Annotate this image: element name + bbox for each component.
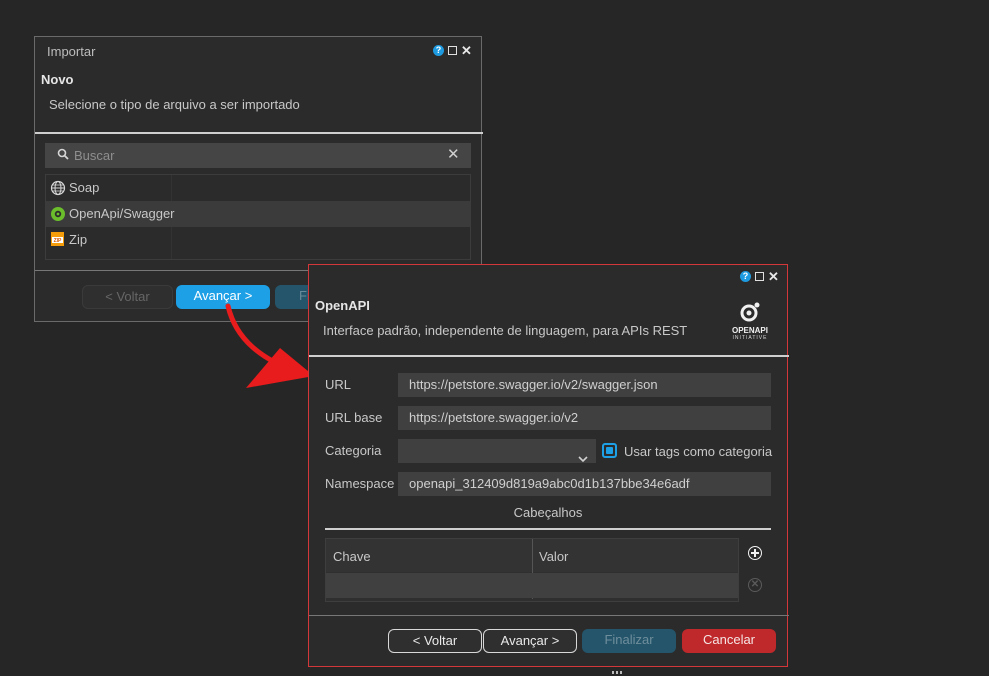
window-controls: ? ✕ [433, 44, 472, 57]
divider [309, 615, 789, 616]
openapi-logo: OPENAPI INITIATIVE [725, 301, 775, 343]
close-icon[interactable]: ✕ [768, 270, 779, 283]
list-item-label: Soap [69, 180, 100, 195]
divider [35, 132, 483, 134]
headers-section-title: Cabeçalhos [513, 505, 583, 520]
column-header-key[interactable]: Chave [333, 549, 371, 564]
remove-row-icon[interactable]: ✕ [748, 578, 762, 592]
svg-text:ZIP: ZIP [54, 238, 62, 244]
zip-icon: ZIP [50, 231, 66, 250]
swagger-icon [50, 206, 66, 225]
next-button[interactable]: Avançar > [483, 629, 577, 653]
list-item-label: Zip [69, 232, 88, 247]
url-input[interactable]: https://petstore.swagger.io/v2/swagger.j… [398, 373, 771, 397]
namespace-label: Namespace [325, 476, 395, 491]
divider [309, 355, 789, 357]
maximize-icon[interactable] [755, 272, 764, 281]
use-tags-checkbox[interactable] [602, 443, 617, 458]
import-section-title: Novo [41, 72, 74, 87]
resize-grip[interactable] [612, 671, 622, 674]
divider [325, 528, 771, 530]
back-button[interactable]: < Voltar [388, 629, 482, 653]
globe-icon [50, 180, 66, 199]
column-header-value[interactable]: Valor [539, 549, 568, 564]
back-button[interactable]: < Voltar [82, 285, 173, 309]
finish-button[interactable]: Finalizar [582, 629, 676, 653]
category-select[interactable] [398, 439, 596, 463]
search-input[interactable]: Buscar [74, 148, 114, 163]
maximize-icon[interactable] [448, 46, 457, 55]
logo-subtext: INITIATIVE [732, 335, 768, 341]
category-label: Categoria [325, 443, 382, 458]
file-type-list: Soap OpenApi/Swagger ZIP Zip [45, 174, 471, 260]
import-dialog-title: Importar [47, 44, 96, 59]
search-icon [57, 148, 69, 163]
list-item-selected[interactable]: OpenApi/Swagger [46, 201, 470, 227]
table-row[interactable] [326, 573, 738, 598]
url-label: URL [325, 377, 352, 392]
window-controls: ? ✕ [740, 270, 779, 283]
close-icon[interactable]: ✕ [461, 44, 472, 57]
help-icon[interactable]: ? [433, 45, 444, 56]
clear-search-icon[interactable]: ✕ [447, 145, 460, 163]
use-tags-label: Usar tags como categoria [624, 444, 773, 459]
import-description: Selecione o tipo de arquivo a ser import… [49, 97, 300, 112]
search-box[interactable]: Buscar ✕ [45, 143, 471, 168]
openapi-title: OpenAPI [315, 298, 370, 313]
table-header: Chave Valor [326, 539, 738, 599]
openapi-description: Interface padrão, independente de lingua… [323, 323, 688, 338]
chevron-down-icon [578, 447, 588, 471]
headers-table: Chave Valor [325, 538, 739, 602]
namespace-input[interactable]: openapi_312409d819a9abc0d1b137bbe34e6adf [398, 472, 771, 496]
list-item[interactable]: ZIP Zip [46, 227, 470, 253]
base-url-input[interactable]: https://petstore.swagger.io/v2 [398, 406, 771, 430]
help-icon[interactable]: ? [740, 271, 751, 282]
list-item-label: OpenApi/Swagger [69, 206, 175, 221]
base-url-label: URL base [325, 410, 383, 425]
add-row-icon[interactable] [748, 546, 762, 560]
cancel-button[interactable]: Cancelar [682, 629, 776, 653]
openapi-dialog: ? ✕ OpenAPI Interface padrão, independen… [308, 264, 789, 667]
list-item[interactable]: Soap [46, 175, 470, 201]
logo-text: OPENAPI [731, 326, 768, 335]
